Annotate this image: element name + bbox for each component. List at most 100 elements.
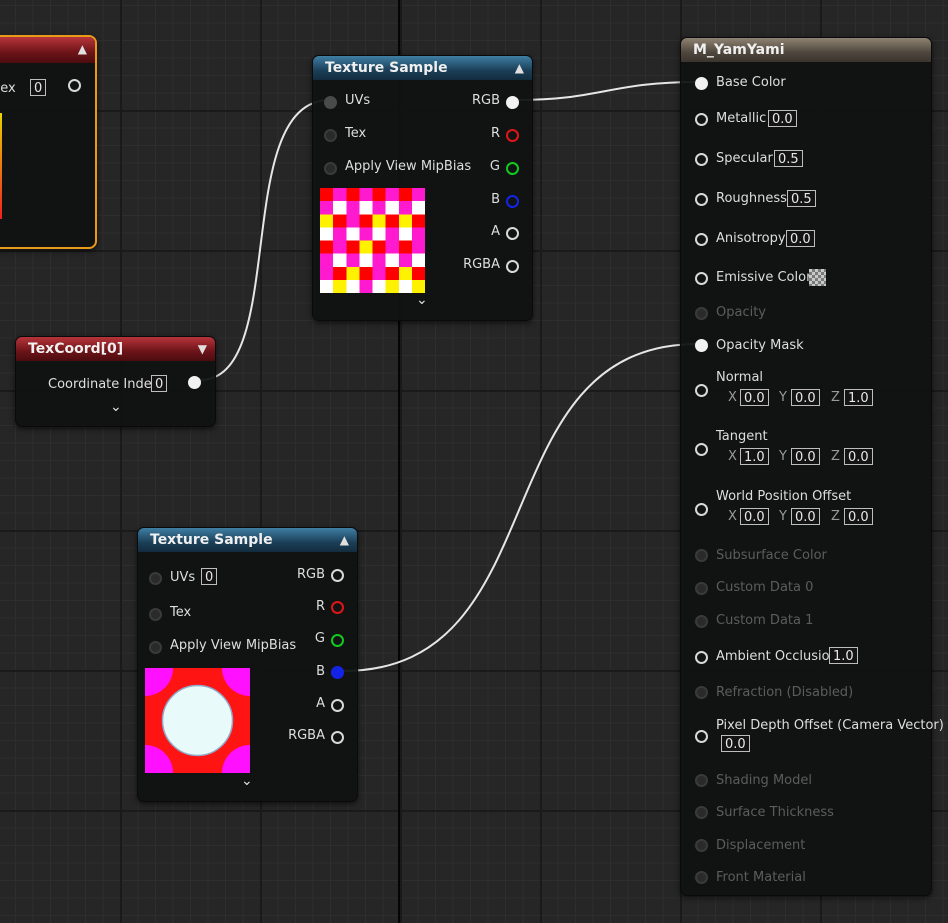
wpo-z-axis-label: Z	[831, 509, 840, 524]
expand-chevron-icon[interactable]: ⌄	[416, 292, 428, 308]
wpo-x-value[interactable]: 0.0	[740, 508, 769, 525]
material-result-node[interactable]: M_YamYami Base Color Metallic 0.0 Specul…	[680, 37, 944, 896]
expand-icon[interactable]: ▼	[198, 337, 207, 361]
r-output-pin[interactable]	[506, 129, 519, 142]
pixel-depth-offset-pin[interactable]	[695, 730, 708, 743]
mipbias-input-pin[interactable]	[324, 162, 337, 175]
tex-label: Tex	[345, 126, 367, 141]
wire-texcoord-to-uvs[interactable]	[199, 99, 331, 381]
specular-pin[interactable]	[695, 153, 708, 166]
texture-sample-top-header[interactable]: Texture Sample ▲	[313, 56, 532, 80]
wpo-y-axis-label: Y	[779, 509, 787, 524]
b-output-pin[interactable]	[506, 195, 519, 208]
texcoord-output-pin[interactable]	[188, 376, 201, 389]
g-output-pin[interactable]	[331, 634, 344, 647]
g-output-pin[interactable]	[506, 162, 519, 175]
a-output-pin[interactable]	[506, 227, 519, 240]
partial-node-output-pin[interactable]	[68, 79, 81, 92]
tangent-y-value[interactable]: 0.0	[791, 448, 820, 465]
custom-data-1-pin[interactable]	[695, 615, 708, 628]
partial-node[interactable]: ▲ dex 0	[0, 35, 97, 249]
b-output-label: B	[491, 192, 500, 207]
normal-x-value[interactable]: 0.0	[740, 389, 769, 406]
tangent-x-axis-label: X	[728, 449, 737, 464]
wpo-pin[interactable]	[695, 503, 708, 516]
emissive-color-swatch[interactable]	[809, 269, 826, 286]
texture-preview-checker	[320, 188, 425, 293]
subsurface-pin[interactable]	[695, 549, 708, 562]
texcoord-header[interactable]: TexCoord[0] ▼	[16, 337, 215, 361]
specular-label: Specular	[716, 151, 773, 166]
uvs-input-pin[interactable]	[324, 96, 337, 109]
rgb-output-pin[interactable]	[331, 569, 344, 582]
refraction-pin[interactable]	[695, 686, 708, 699]
wire-rgb-to-basecolor[interactable]	[517, 81, 699, 101]
partial-node-header[interactable]: ▲	[0, 37, 95, 63]
pixel-depth-offset-value[interactable]: 0.0	[721, 735, 750, 752]
expand-chevron-icon[interactable]: ⌄	[241, 773, 253, 789]
rgba-output-pin[interactable]	[331, 731, 344, 744]
normal-y-value[interactable]: 0.0	[791, 389, 820, 406]
emissive-color-pin[interactable]	[695, 272, 708, 285]
refraction-label: Refraction (Disabled)	[716, 685, 854, 700]
specular-value[interactable]: 0.5	[774, 150, 803, 167]
rgba-output-label: RGBA	[463, 257, 500, 272]
tangent-z-value[interactable]: 0.0	[844, 448, 873, 465]
metallic-value[interactable]: 0.0	[768, 110, 797, 127]
custom-data-0-pin[interactable]	[695, 582, 708, 595]
opacity-pin[interactable]	[695, 307, 708, 320]
collapse-icon[interactable]: ▲	[78, 37, 87, 61]
anisotropy-value[interactable]: 0.0	[786, 230, 815, 247]
r-output-pin[interactable]	[331, 601, 344, 614]
ambient-occlusion-value[interactable]: 1.0	[829, 647, 858, 664]
partial-node-label: dex	[0, 81, 16, 96]
texture-sample-node-top[interactable]: Texture Sample ▲ UVs Tex Apply View MipB…	[312, 55, 533, 321]
surface-thickness-label: Surface Thickness	[716, 805, 834, 820]
tex-input-pin[interactable]	[149, 608, 162, 621]
b-output-pin[interactable]	[331, 666, 344, 679]
partial-node-preview	[0, 113, 2, 219]
tangent-x-value[interactable]: 1.0	[740, 448, 769, 465]
wpo-x-axis-label: X	[728, 509, 737, 524]
uvs-label: UVs	[345, 93, 371, 108]
g-output-label: G	[489, 159, 500, 174]
collapse-icon[interactable]: ▲	[340, 528, 349, 552]
tangent-pin[interactable]	[695, 443, 708, 456]
expand-chevron-icon[interactable]: ⌄	[110, 399, 122, 415]
ambient-occlusion-pin[interactable]	[695, 651, 708, 664]
collapse-icon[interactable]: ▲	[515, 56, 524, 80]
normal-z-axis-label: Z	[831, 390, 840, 405]
wire-b-to-opacitymask[interactable]	[342, 343, 699, 672]
rgb-output-label: RGB	[471, 93, 500, 108]
mipbias-input-pin[interactable]	[149, 641, 162, 654]
coordinate-index-value[interactable]: 0	[151, 375, 168, 392]
displacement-pin[interactable]	[695, 839, 708, 852]
metallic-pin[interactable]	[695, 113, 708, 126]
base-color-pin[interactable]	[695, 77, 708, 90]
opacity-mask-pin[interactable]	[695, 339, 708, 352]
rgba-output-pin[interactable]	[506, 260, 519, 273]
wpo-y-value[interactable]: 0.0	[791, 508, 820, 525]
front-material-pin[interactable]	[695, 871, 708, 884]
texture-sample-node-bottom[interactable]: Texture Sample ▲ UVs 0 Tex Apply View Mi…	[137, 527, 358, 802]
pixel-depth-offset-label: Pixel Depth Offset (Camera Vector)	[716, 718, 944, 733]
roughness-label: Roughness	[716, 191, 787, 206]
roughness-value[interactable]: 0.5	[787, 190, 816, 207]
uvs-value[interactable]: 0	[201, 568, 218, 585]
material-header[interactable]: M_YamYami	[681, 38, 931, 62]
texcoord-node[interactable]: TexCoord[0] ▼ Coordinate Index 0 ⌄	[15, 336, 216, 427]
normal-z-value[interactable]: 1.0	[844, 389, 873, 406]
rgb-output-pin[interactable]	[506, 96, 519, 109]
texture-sample-bottom-header[interactable]: Texture Sample ▲	[138, 528, 357, 552]
normal-pin[interactable]	[695, 384, 708, 397]
partial-node-value[interactable]: 0	[30, 79, 47, 96]
shading-model-pin[interactable]	[695, 774, 708, 787]
anisotropy-pin[interactable]	[695, 233, 708, 246]
wpo-z-value[interactable]: 0.0	[844, 508, 873, 525]
a-output-pin[interactable]	[331, 699, 344, 712]
opacity-label: Opacity	[716, 305, 767, 320]
surface-thickness-pin[interactable]	[695, 806, 708, 819]
tex-input-pin[interactable]	[324, 129, 337, 142]
uvs-input-pin[interactable]	[149, 572, 162, 585]
roughness-pin[interactable]	[695, 193, 708, 206]
